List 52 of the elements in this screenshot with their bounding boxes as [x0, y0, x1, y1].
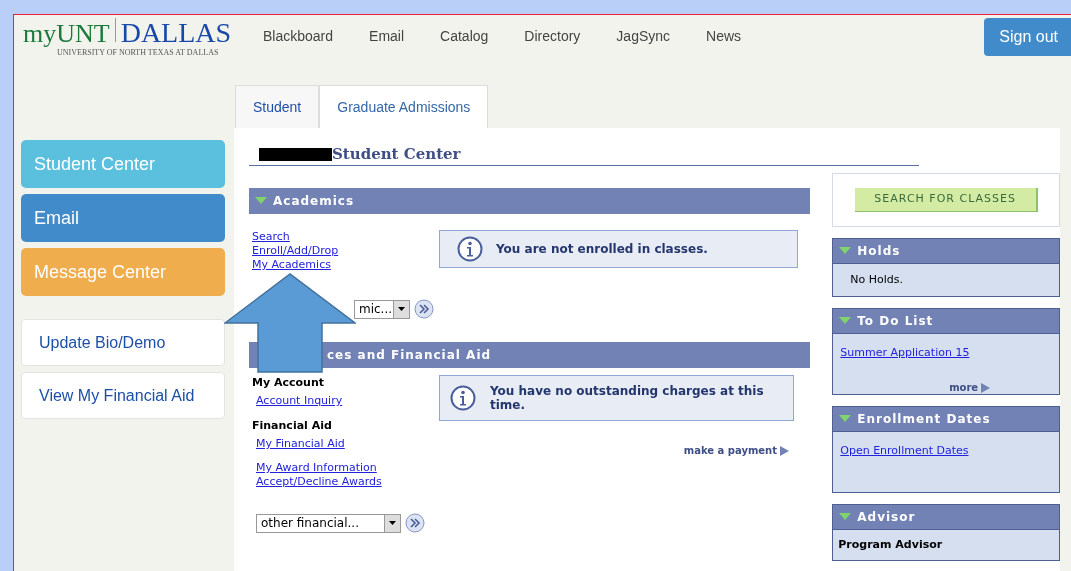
collapse-triangle-icon[interactable] — [255, 197, 267, 205]
notice-box: You are not enrolled in classes. — [439, 230, 798, 268]
panel-header: Holds — [833, 239, 1059, 264]
go-icon[interactable] — [405, 513, 425, 533]
more-link[interactable]: more — [949, 380, 991, 395]
nav-link[interactable]: JagSync — [616, 26, 671, 47]
nav-link[interactable]: Blackboard — [263, 26, 334, 47]
finance-link[interactable]: Accept/Decline Awards — [256, 475, 382, 489]
academics-link[interactable]: Enroll/Add/Drop — [252, 244, 339, 258]
notice-box: You have no outstanding charges at this time. — [439, 375, 794, 421]
dropdown-field[interactable]: other financial... — [256, 513, 401, 533]
dropdown-caret-icon — [393, 300, 409, 318]
logo: myUNT DALLAS UNIVERSITY OF NORTH TEXAS AT DALLAS — [23, 18, 233, 59]
sign-out-button[interactable]: Sign out — [984, 18, 1071, 56]
panel-header: To Do List — [833, 309, 1059, 334]
section-header: Academics — [249, 188, 811, 214]
panel-link[interactable]: Summer Application 15 — [840, 346, 970, 360]
collapse-triangle-icon[interactable] — [839, 415, 852, 423]
collapse-triangle-icon[interactable] — [839, 247, 852, 255]
panel-heading: Program Advisor — [838, 536, 943, 553]
tab[interactable]: Graduate Admissions — [319, 85, 489, 128]
finance-link[interactable]: My Financial Aid — [256, 437, 345, 451]
panel-header: Enrollment Dates — [833, 407, 1059, 432]
make-payment-link[interactable]: make a payment — [683, 443, 789, 458]
panel-header: Advisor — [833, 505, 1059, 530]
group-heading: Financial Aid — [252, 418, 333, 434]
page-title: Student Center — [332, 144, 461, 164]
finance-link[interactable]: Account Inquiry — [256, 394, 343, 408]
search-for-classes-button[interactable]: SEARCH FOR CLASSES — [854, 188, 1038, 212]
sidebar-link[interactable]: View My Financial Aid — [21, 372, 225, 419]
info-icon — [457, 236, 483, 262]
dropdown-field[interactable]: mic... — [354, 299, 410, 319]
nav-link[interactable]: Directory — [524, 26, 581, 47]
play-triangle-icon — [981, 382, 991, 393]
finance-link[interactable]: My Award Information — [256, 461, 377, 475]
nav-link[interactable]: Email — [369, 26, 405, 47]
sidebar-tile[interactable]: Email — [21, 194, 225, 242]
academics-link[interactable]: Search — [252, 230, 290, 244]
collapse-triangle-icon[interactable] — [839, 513, 852, 521]
dropdown-caret-icon — [384, 514, 400, 532]
go-icon[interactable] — [414, 299, 434, 319]
academics-link[interactable]: My Academics — [252, 258, 331, 272]
info-icon — [450, 385, 476, 411]
panel-text: No Holds. — [850, 271, 903, 288]
collapse-triangle-icon[interactable] — [839, 317, 852, 325]
panel-link[interactable]: Open Enrollment Dates — [840, 444, 969, 458]
tab[interactable]: Student — [235, 85, 320, 128]
nav-link[interactable]: Catalog — [440, 26, 489, 47]
nav-link[interactable]: News — [706, 26, 742, 47]
sidebar-link[interactable]: Update Bio/Demo — [21, 319, 225, 366]
group-heading: My Account — [252, 375, 325, 391]
play-triangle-icon — [780, 445, 789, 456]
